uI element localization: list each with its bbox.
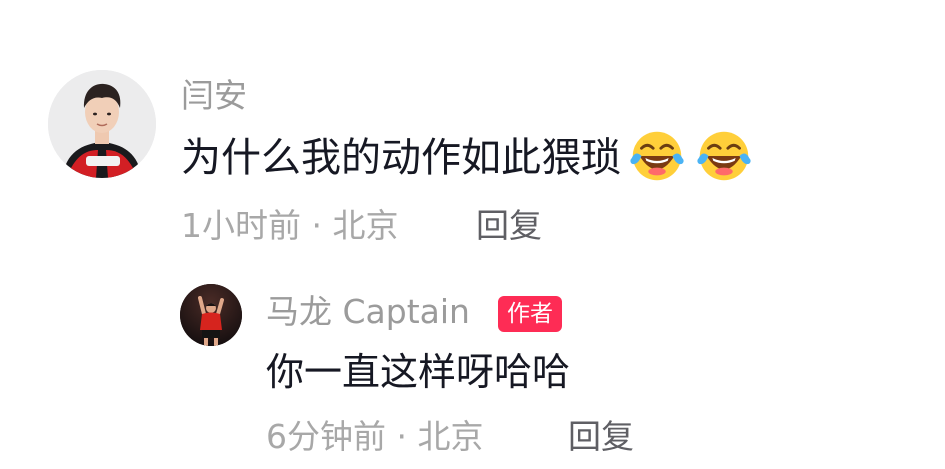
comment-meta: 6分钟前 · 北京	[266, 417, 484, 456]
avatar-image	[48, 70, 156, 178]
avatar-image	[180, 284, 242, 346]
avatar[interactable]	[180, 284, 242, 346]
avatar[interactable]	[48, 70, 156, 178]
reply-button[interactable]: 回复	[568, 417, 634, 457]
comment-meta: 1小时前 · 北京	[181, 206, 399, 245]
laughing-tears-icon	[697, 131, 751, 181]
laughing-tears-icon	[630, 131, 684, 181]
reply-button[interactable]: 回复	[476, 206, 542, 246]
comment-author[interactable]: 马龙 Captain	[266, 292, 470, 332]
comment-text: 为什么我的动作如此猥琐	[181, 131, 755, 187]
comment-text: 你一直这样呀哈哈	[266, 350, 571, 394]
comment-text-content: 为什么我的动作如此猥琐	[181, 135, 621, 181]
comment-author[interactable]: 闫安	[181, 76, 247, 116]
author-badge: 作者	[498, 296, 562, 332]
